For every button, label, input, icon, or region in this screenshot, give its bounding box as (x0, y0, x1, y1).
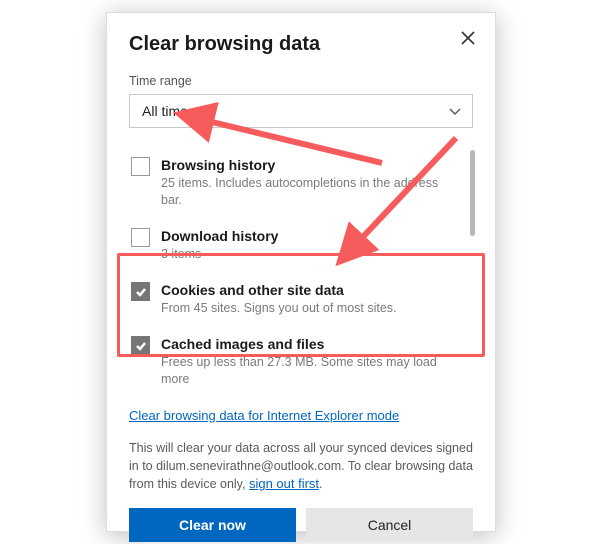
clear-now-button[interactable]: Clear now (129, 508, 296, 542)
sync-note: This will clear your data across all you… (129, 439, 473, 494)
option-subtext: 3 items (161, 246, 457, 263)
checkbox-browsing-history[interactable] (131, 157, 150, 176)
clear-browsing-data-dialog: Clear browsing data Time range All time … (106, 12, 496, 532)
time-range-value: All time (142, 103, 188, 119)
checkbox-cookies[interactable] (131, 282, 150, 301)
dialog-buttons: Clear now Cancel (129, 508, 473, 542)
option-subtext: Frees up less than 27.3 MB. Some sites m… (161, 354, 457, 388)
option-title: Cookies and other site data (161, 281, 457, 299)
time-range-select[interactable]: All time (129, 94, 473, 128)
checkbox-cached[interactable] (131, 336, 150, 355)
check-icon (135, 286, 147, 298)
cancel-button[interactable]: Cancel (306, 508, 473, 542)
option-title: Download history (161, 227, 457, 245)
option-cookies[interactable]: Cookies and other site data From 45 site… (129, 273, 459, 327)
ie-mode-link[interactable]: Clear browsing data for Internet Explore… (129, 408, 399, 423)
option-title: Cached images and files (161, 335, 457, 353)
option-title: Browsing history (161, 156, 457, 174)
checkbox-download-history[interactable] (131, 228, 150, 247)
option-browsing-history[interactable]: Browsing history 25 items. Includes auto… (129, 148, 459, 219)
options-list: Browsing history 25 items. Includes auto… (129, 148, 473, 398)
option-cached[interactable]: Cached images and files Frees up less th… (129, 327, 459, 398)
option-subtext: 25 items. Includes autocompletions in th… (161, 175, 457, 209)
chevron-down-icon (448, 104, 462, 118)
close-button[interactable] (455, 25, 481, 51)
note-suffix: . (319, 477, 322, 491)
sign-out-link[interactable]: sign out first (249, 476, 319, 491)
close-icon (461, 31, 475, 45)
option-subtext: From 45 sites. Signs you out of most sit… (161, 300, 457, 317)
time-range-label: Time range (129, 74, 473, 88)
check-icon (135, 340, 147, 352)
option-download-history[interactable]: Download history 3 items (129, 219, 459, 273)
scrollbar-thumb[interactable] (470, 150, 475, 236)
dialog-title: Clear browsing data (129, 33, 473, 56)
